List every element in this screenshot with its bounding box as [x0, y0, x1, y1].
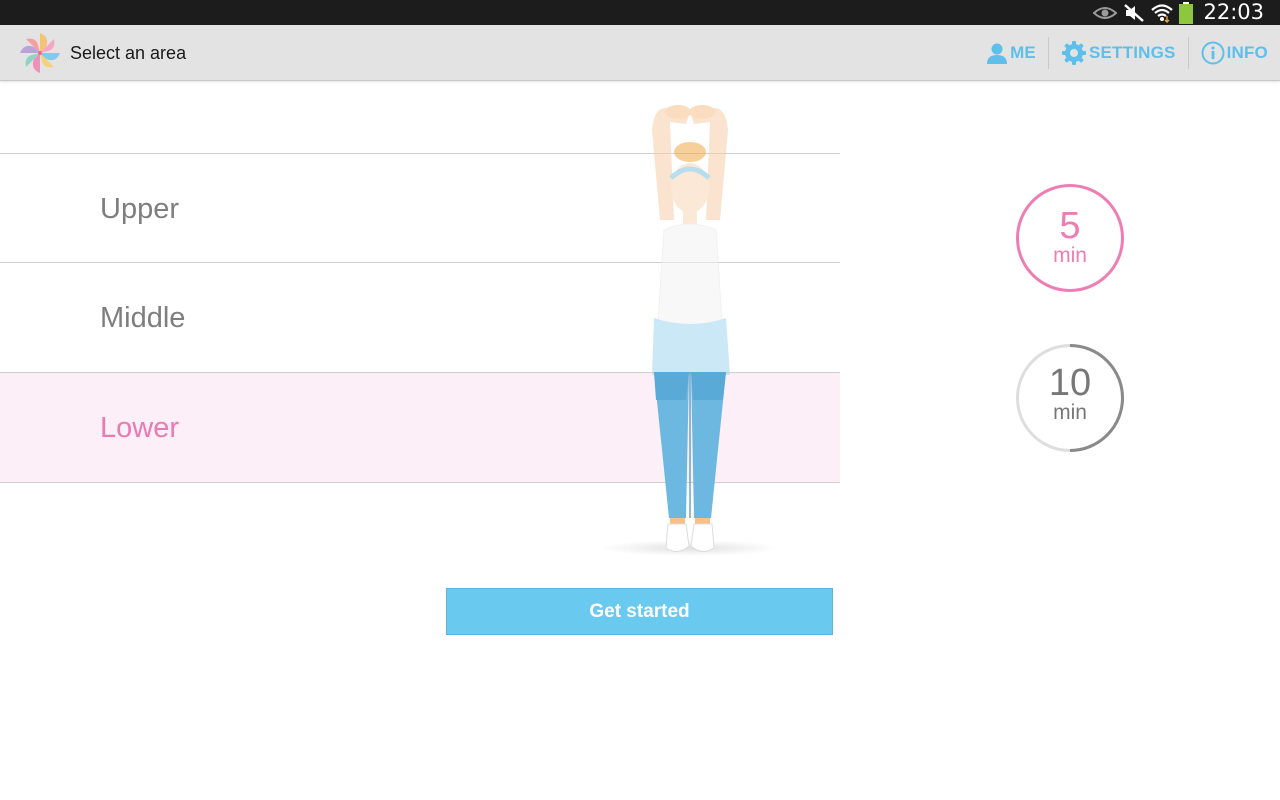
area-item-lower[interactable]: Lower — [0, 373, 840, 483]
action-bar-actions: ME SETTINGS INFO — [974, 25, 1280, 81]
person-icon — [987, 43, 1008, 64]
get-started-button[interactable]: Get started — [446, 588, 833, 635]
info-button[interactable]: INFO — [1189, 25, 1280, 81]
area-list: Upper Middle Lower — [0, 153, 840, 483]
page-title: Select an area — [70, 43, 187, 63]
duration-option-10[interactable]: 10 min — [1016, 344, 1124, 452]
clock: 22:03 — [1203, 0, 1264, 24]
duration-unit: min — [1053, 244, 1087, 267]
duration-unit: min — [1053, 401, 1087, 424]
action-bar: Select an area ME SETTINGS INFO — [0, 25, 1280, 81]
status-icons: 22:03 — [1093, 0, 1264, 25]
settings-button-label: SETTINGS — [1088, 43, 1176, 62]
area-item-middle[interactable]: Middle — [0, 263, 840, 373]
area-item-label: Middle — [100, 302, 186, 334]
info-icon — [1201, 41, 1225, 65]
settings-button[interactable]: SETTINGS — [1049, 25, 1188, 81]
wifi-icon — [1151, 3, 1174, 23]
eye-icon — [1093, 6, 1118, 19]
pinwheel-icon[interactable] — [16, 29, 64, 77]
area-item-label: Lower — [100, 412, 179, 444]
area-item-label: Upper — [100, 193, 179, 225]
mute-icon — [1124, 3, 1145, 22]
info-button-label: INFO — [1226, 43, 1268, 62]
duration-option-5[interactable]: 5 min — [1016, 184, 1124, 292]
me-button[interactable]: ME — [974, 25, 1048, 81]
me-button-label: ME — [1010, 43, 1036, 62]
duration-value: 5 — [1059, 205, 1081, 247]
battery-icon — [1179, 1, 1194, 24]
duration-value: 10 — [1048, 362, 1092, 404]
gear-icon — [1061, 41, 1086, 65]
status-bar: 22:03 — [0, 0, 1280, 25]
area-item-upper[interactable]: Upper — [0, 153, 840, 263]
